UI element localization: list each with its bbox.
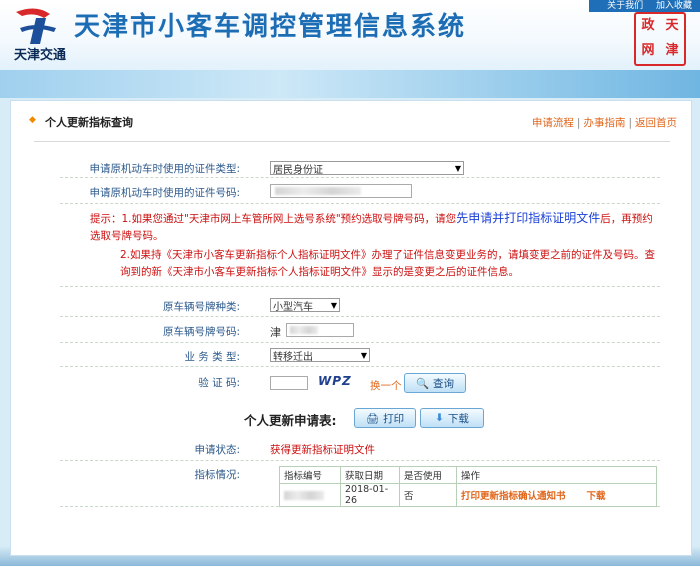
printer-icon: 🖨 xyxy=(365,412,380,425)
panel-links: 申请流程 | 办事指南 | 返回首页 xyxy=(531,117,677,129)
guide-link[interactable]: 办事指南 xyxy=(583,117,625,129)
site-title-reflection: 天津市小客车调控管理信息系统 xyxy=(74,19,466,33)
business-type-label: 业 务 类 型: xyxy=(184,351,240,363)
government-seal-logo: 政 天 网 津 xyxy=(634,12,686,66)
panel-divider xyxy=(34,141,670,142)
status-value: 获得更新指标证明文件 xyxy=(270,444,375,456)
id-type-row: 申请原机动车时使用的证件类型: 居民身份证 ▼ xyxy=(60,157,660,178)
add-favorite-link[interactable]: 加入收藏 xyxy=(656,1,692,11)
captcha-refresh-link[interactable]: 换一个 xyxy=(370,378,402,393)
business-type-row: 业 务 类 型: 转移迁出 ▼ xyxy=(60,344,660,367)
download-notice-link[interactable]: 下载 xyxy=(587,491,606,502)
id-number-row: 申请原机动车时使用的证件号码: xyxy=(60,179,660,204)
apply-process-link[interactable]: 申请流程 xyxy=(532,117,574,129)
dropdown-arrow-icon: ▼ xyxy=(360,350,367,360)
plate-number-input[interactable] xyxy=(286,323,354,337)
orange-arrow-icon: ◆ xyxy=(29,115,36,125)
redacted-id-number xyxy=(275,187,361,195)
plate-type-label: 原车辆号牌种类: xyxy=(162,301,240,313)
redacted-quota-number xyxy=(284,490,324,500)
plate-type-row: 原车辆号牌种类: 小型汽车 ▼ xyxy=(60,294,660,317)
notice-text: 提示：1.如果您通过"天津市网上车管所网上选号系统"预约选取号牌号码，请您先申请… xyxy=(90,211,656,278)
print-notice-link[interactable]: 打印更新指标确认通知书 xyxy=(461,491,566,502)
about-us-link[interactable]: 关于我们 xyxy=(607,1,643,11)
plate-prefix: 津 xyxy=(270,326,281,339)
dropdown-arrow-icon: ▼ xyxy=(330,300,337,310)
panel-header: ◆ 个人更新指标查询 申请流程 | 办事指南 | 返回首页 xyxy=(11,101,691,142)
logo-text: 天津交通 xyxy=(14,48,67,63)
banner-bar xyxy=(0,70,700,98)
divider xyxy=(60,286,660,287)
redacted-plate-number xyxy=(290,326,318,334)
table-header-row: 指标编号 获取日期 是否使用 操作 xyxy=(279,466,657,484)
id-type-select[interactable]: 居民身份证 ▼ xyxy=(270,161,464,176)
id-type-label: 申请原机动车时使用的证件类型: xyxy=(89,163,240,175)
captcha-label: 验 证 码: xyxy=(198,377,240,389)
status-row: 申请状态: 获得更新指标证明文件 xyxy=(60,438,660,461)
plate-number-label: 原车辆号牌号码: xyxy=(162,326,240,338)
status-label: 申请状态: xyxy=(194,444,240,456)
business-type-select[interactable]: 转移迁出 ▼ xyxy=(270,348,370,363)
home-link[interactable]: 返回首页 xyxy=(635,117,677,129)
download-button[interactable]: ⬇ 下载 xyxy=(420,408,484,428)
quota-date-cell: 2018-01-26 xyxy=(340,483,400,507)
quota-action-cell: 打印更新指标确认通知书 下载 xyxy=(456,483,657,507)
captcha-image[interactable]: WPZ xyxy=(318,374,364,392)
search-icon: 🔍 xyxy=(415,377,430,390)
dropdown-arrow-icon: ▼ xyxy=(454,163,461,173)
id-number-input[interactable] xyxy=(270,184,412,198)
panel-title: 个人更新指标查询 xyxy=(45,116,133,129)
site-header: 天津交通 天津市小客车调控管理信息系统 天津市小客车调控管理信息系统 关于我们 … xyxy=(0,0,700,70)
plate-type-select[interactable]: 小型汽车 ▼ xyxy=(270,298,340,313)
top-links: 关于我们 加入收藏 xyxy=(589,0,700,12)
plate-number-row: 原车辆号牌号码: 津 xyxy=(60,318,660,343)
query-button[interactable]: 🔍 查询 xyxy=(404,373,466,393)
quota-number-cell xyxy=(279,483,341,507)
table-row: 2018-01-26 否 打印更新指标确认通知书 下载 xyxy=(279,483,657,507)
print-button[interactable]: 🖨 打印 xyxy=(354,408,416,428)
download-arrow-icon: ⬇ xyxy=(435,412,444,424)
quota-used-cell: 否 xyxy=(399,483,457,507)
id-number-label: 申请原机动车时使用的证件号码: xyxy=(89,187,240,199)
quota-label: 指标情况: xyxy=(194,469,240,481)
quota-table: 指标编号 获取日期 是否使用 操作 2018-01-26 否 打印更新指标确认通… xyxy=(279,466,657,507)
result-heading: 个人更新申请表: xyxy=(244,413,337,428)
captcha-input[interactable] xyxy=(270,376,308,390)
